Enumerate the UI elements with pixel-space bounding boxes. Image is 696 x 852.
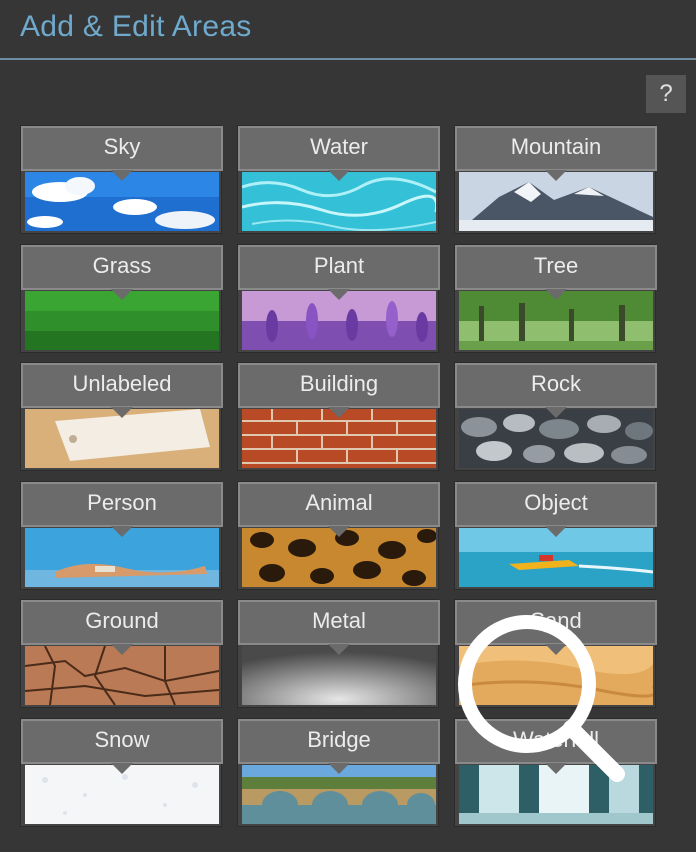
area-tile-building[interactable]: Building	[237, 362, 440, 471]
tile-label: Tree	[455, 245, 657, 300]
panel-header: Add & Edit Areas	[0, 0, 696, 60]
tile-label: Waterfall	[455, 719, 657, 774]
tile-label: Metal	[238, 600, 440, 655]
area-tile-snow[interactable]: Snow	[20, 718, 223, 827]
tile-label: Bridge	[238, 719, 440, 774]
tile-label: Water	[238, 126, 440, 181]
area-tile-ground[interactable]: Ground	[20, 599, 223, 708]
area-tile-mountain[interactable]: Mountain	[454, 125, 657, 234]
area-tile-unlabeled[interactable]: Unlabeled	[20, 362, 223, 471]
tile-label: Snow	[21, 719, 223, 774]
tile-label: Sand	[455, 600, 657, 655]
tile-label: Building	[238, 363, 440, 418]
area-tile-sand[interactable]: Sand	[454, 599, 657, 708]
area-tile-sky[interactable]: Sky	[20, 125, 223, 234]
tile-label: Person	[21, 482, 223, 537]
area-tile-metal[interactable]: Metal	[237, 599, 440, 708]
tile-label: Animal	[238, 482, 440, 537]
tile-label: Ground	[21, 600, 223, 655]
panel-title: Add & Edit Areas	[20, 10, 252, 43]
tile-label: Plant	[238, 245, 440, 300]
tile-label: Mountain	[455, 126, 657, 181]
area-tile-object[interactable]: Object	[454, 481, 657, 590]
tile-label: Rock	[455, 363, 657, 418]
area-tile-person[interactable]: Person	[20, 481, 223, 590]
area-tile-bridge[interactable]: Bridge	[237, 718, 440, 827]
area-tile-rock[interactable]: Rock	[454, 362, 657, 471]
area-tile-water[interactable]: Water	[237, 125, 440, 234]
tile-label: Object	[455, 482, 657, 537]
tile-label: Sky	[21, 126, 223, 181]
area-tile-tree[interactable]: Tree	[454, 244, 657, 353]
area-tile-animal[interactable]: Animal	[237, 481, 440, 590]
tile-label: Unlabeled	[21, 363, 223, 418]
tile-label: Grass	[21, 245, 223, 300]
area-tile-plant[interactable]: Plant	[237, 244, 440, 353]
area-tile-waterfall[interactable]: Waterfall	[454, 718, 657, 827]
area-tile-grass[interactable]: Grass	[20, 244, 223, 353]
help-button[interactable]: ?	[646, 75, 686, 113]
